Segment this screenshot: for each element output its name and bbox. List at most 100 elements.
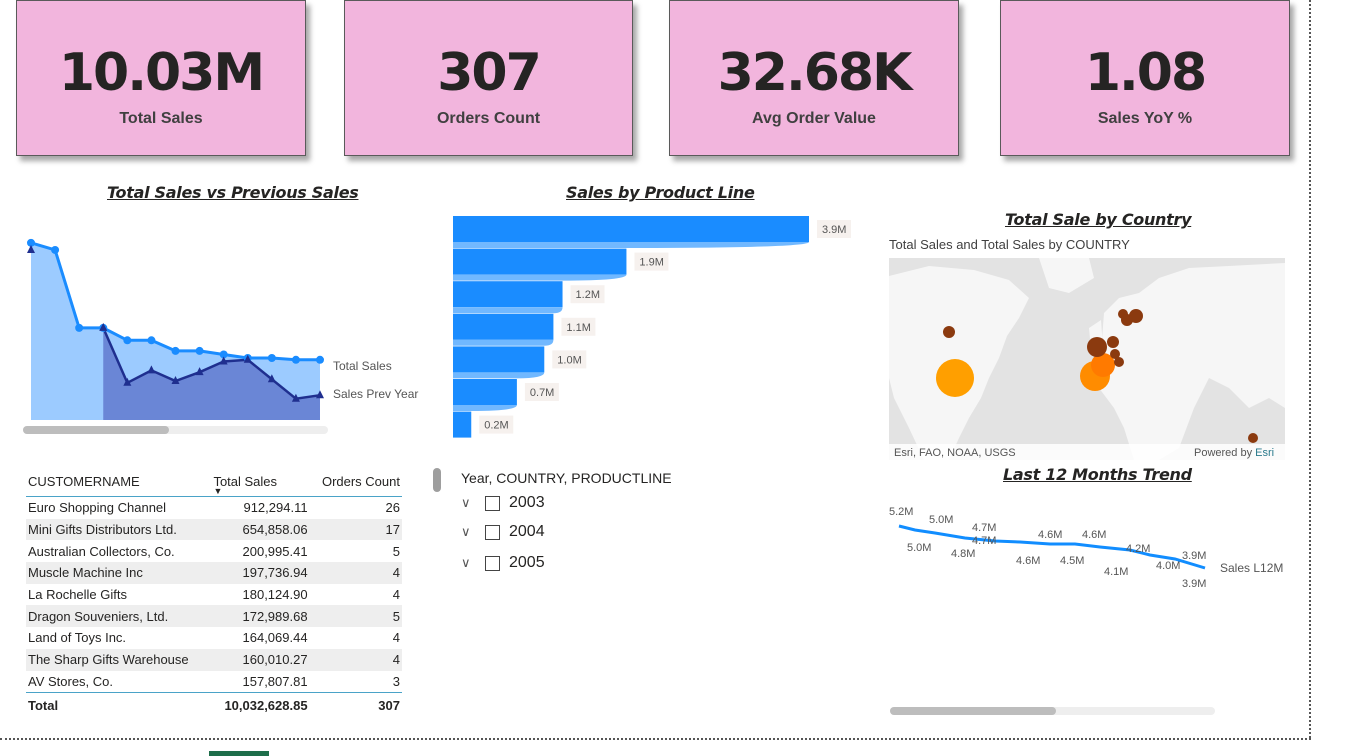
checkbox[interactable]: [485, 524, 500, 540]
bar-data-label: 0.7M: [530, 387, 554, 399]
product-line-bar[interactable]: [453, 248, 627, 275]
sales-vs-previous-chart: Total Sales Sales Prev Year: [23, 238, 418, 434]
cell-customer: AV Stores, Co.: [28, 673, 114, 689]
total-sales-point[interactable]: [51, 245, 60, 254]
cell-orders-count: 5: [392, 543, 400, 559]
table-row[interactable]: Land of Toys Inc. 164,069.44 4: [26, 627, 402, 649]
country-bubble-switzerland[interactable]: [1114, 357, 1124, 367]
trend-data-label: 4.7M: [972, 522, 996, 534]
bar-data-label: 3.9M: [822, 224, 846, 236]
cell-total-sales: 157,807.81: [242, 673, 308, 689]
country-bubble-usa[interactable]: [936, 359, 974, 397]
legend-sales-prev-year: Sales Prev Year: [333, 387, 418, 401]
cell-customer: Land of Toys Inc.: [28, 630, 127, 646]
country-bubble-canada[interactable]: [943, 326, 955, 338]
cell-total-sales: 912,294.11: [243, 500, 308, 516]
country-bubble-uk[interactable]: [1087, 337, 1107, 357]
slicer-item-label: 2005: [509, 554, 545, 571]
product-line-bar[interactable]: [453, 346, 545, 373]
cell-total-sales: 164,069.44: [242, 630, 308, 646]
total-sales-point[interactable]: [195, 346, 204, 355]
slicer-item-2005[interactable]: ∨ 2005: [461, 554, 545, 572]
slicer-scrollbar-thumb[interactable]: [433, 468, 441, 492]
column-header-orders-count[interactable]: Orders Count: [309, 466, 402, 497]
total-sales-point[interactable]: [75, 323, 84, 332]
kpi-value: 32.68K: [717, 43, 913, 103]
total-sales-point[interactable]: [171, 346, 180, 355]
product-line-bar[interactable]: [453, 411, 472, 438]
trend-data-label: 4.2M: [1126, 543, 1150, 555]
chevron-down-icon[interactable]: ∨: [461, 495, 479, 511]
trend-data-label: 5.2M: [889, 506, 913, 518]
table-total-row: Total 10,032,628.85 307: [26, 692, 402, 718]
cell-total-sales: 200,995.41: [242, 543, 308, 559]
bar-data-label: 1.1M: [566, 322, 590, 334]
product-line-bar[interactable]: [453, 216, 809, 242]
cell-orders-count: 3: [392, 673, 400, 689]
product-line-bar[interactable]: [453, 379, 517, 405]
cell-orders-count: 17: [309, 518, 402, 541]
column-header-total-sales[interactable]: Total Sales ▼: [211, 466, 310, 497]
table-row[interactable]: Australian Collectors, Co. 200,995.41 5: [26, 540, 402, 562]
cell-customer: Muscle Machine Inc: [26, 562, 212, 584]
product-line-bar[interactable]: [453, 281, 563, 308]
last-12-months-trend-chart: 5.2M5.0M5.0M 4.8M4.7M4.7M 4.6M4.6M4.6M4.5M…: [889, 506, 1283, 715]
kpi-label: Orders Count: [436, 110, 541, 127]
total-sales-point[interactable]: [316, 355, 324, 364]
series-label-sales-l12m: Sales L12M: [1220, 561, 1283, 575]
slicer-header: Year, COUNTRY, PRODUCTLINE: [461, 470, 672, 486]
horizontal-scrollbar-thumb[interactable]: [23, 426, 169, 434]
trend-data-label: 3.9M: [1182, 578, 1206, 590]
table-row[interactable]: Mini Gifts Distributors Ltd. 654,858.06 …: [26, 518, 402, 541]
cell-total-sales: 654,858.06: [211, 518, 310, 541]
product-line-connector: [453, 372, 545, 379]
slicer-item-2003[interactable]: ∨ 2003: [461, 494, 545, 512]
page-tab-active[interactable]: [209, 751, 269, 756]
chevron-down-icon[interactable]: ∨: [461, 555, 479, 571]
country-bubble-germany[interactable]: [1107, 336, 1119, 348]
trend-data-label: 4.5M: [1060, 555, 1084, 567]
table-row[interactable]: La Rochelle Gifts 180,124.90 4: [26, 584, 402, 606]
kpi-label: Avg Order Value: [752, 110, 876, 127]
trend-data-label: 4.8M: [951, 548, 975, 560]
cell-total-sales: 160,010.27: [211, 648, 310, 671]
trend-scrollbar-thumb[interactable]: [890, 707, 1056, 715]
total-sales-point[interactable]: [123, 336, 132, 345]
product-line-bar[interactable]: [453, 313, 554, 340]
cell-orders-count: 4: [392, 587, 400, 603]
table-row[interactable]: AV Stores, Co. 157,807.81 3: [26, 671, 402, 693]
checkbox[interactable]: [485, 495, 500, 511]
product-line-connector: [453, 339, 554, 346]
bar-data-label: 1.9M: [639, 257, 663, 269]
chevron-down-icon[interactable]: ∨: [461, 524, 479, 540]
total-sales-point[interactable]: [291, 355, 300, 364]
cell-total-sales: 197,736.94: [211, 562, 310, 584]
cell-orders-count: 5: [309, 605, 402, 628]
table-row[interactable]: Dragon Souveniers, Ltd. 172,989.68 5: [26, 605, 402, 628]
column-header-customername[interactable]: CUSTOMERNAME: [26, 466, 212, 497]
canvas-border-bottom: [0, 738, 1311, 740]
cell-orders-count: 4: [309, 562, 402, 584]
cell-customer: Australian Collectors, Co.: [28, 543, 175, 559]
cell-total-sales: 10,032,628.85: [211, 692, 310, 718]
country-map[interactable]: Esri, FAO, NOAA, USGS Powered by Esri: [889, 258, 1285, 460]
cell-total-sales: 172,989.68: [211, 605, 310, 628]
table-row[interactable]: Euro Shopping Channel 912,294.11 26: [26, 497, 402, 519]
cell-customer: The Sharp Gifts Warehouse: [26, 648, 212, 671]
product-line-connector: [453, 307, 563, 314]
kpi-value: 10.03M: [58, 43, 265, 103]
country-bubble-finland[interactable]: [1121, 314, 1133, 326]
total-sales-point[interactable]: [147, 336, 156, 345]
total-sales-point[interactable]: [267, 354, 276, 362]
slicer-item-2004[interactable]: ∨ 2004: [461, 523, 545, 541]
kpi-card-sales-yoy: 1.08 Sales YoY %: [1000, 0, 1290, 156]
table-row[interactable]: Muscle Machine Inc 197,736.94 4: [26, 562, 402, 584]
checkbox[interactable]: [485, 555, 500, 571]
slicer-item-label: 2003: [509, 494, 545, 511]
kpi-card-total-sales: 10.03M Total Sales: [16, 0, 306, 156]
country-bubble-australia[interactable]: [1248, 433, 1258, 443]
trend-data-label: 3.9M: [1182, 550, 1206, 562]
table-row[interactable]: The Sharp Gifts Warehouse 160,010.27 4: [26, 648, 402, 671]
trend-data-label: 5.0M: [929, 514, 953, 526]
cell-total-orders: 307: [309, 692, 402, 718]
